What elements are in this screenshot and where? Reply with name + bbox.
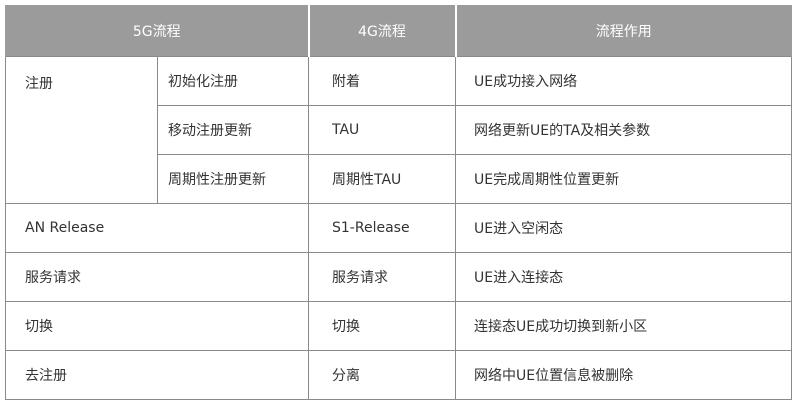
4g-cell: 切换: [308, 301, 457, 351]
4g-cell: 附着: [308, 56, 457, 106]
4g-cell: 服务请求: [308, 252, 457, 302]
5g-cell: 切换: [4, 301, 310, 351]
header-purpose: 流程作用: [454, 5, 793, 57]
5g-cell: 去注册: [4, 350, 310, 400]
purpose-cell: 网络中UE位置信息被删除: [455, 350, 793, 400]
header-4g: 4G流程: [307, 5, 457, 57]
table-row: 注册 初始化注册 附着 UE成功接入网络: [5, 56, 793, 204]
purpose-cell: UE完成周期性位置更新: [455, 154, 793, 204]
purpose-cell: UE成功接入网络: [455, 56, 793, 106]
5g-cell: AN Release: [4, 203, 310, 253]
4g-cell: TAU: [308, 105, 457, 155]
page: 5G流程 4G流程 流程作用 注册 初始化注册 附着 UE成功接入网络 移动注册…: [0, 0, 796, 411]
purpose-cell: 网络更新UE的TA及相关参数: [455, 105, 793, 155]
table-row: 切换 切换 连接态UE成功切换到新小区: [4, 301, 793, 351]
header-row: 5G流程 4G流程 流程作用: [4, 5, 793, 57]
table-row: 服务请求 服务请求 UE进入连接态: [4, 252, 793, 302]
register-group-cell: 注册: [5, 56, 158, 204]
register-sub-cell: 周期性注册更新: [156, 154, 310, 204]
register-sub-cell: 初始化注册: [156, 56, 310, 106]
5g-cell: 服务请求: [4, 252, 310, 302]
purpose-cell: UE进入空闲态: [455, 203, 793, 253]
procedure-comparison-table: 5G流程 4G流程 流程作用 注册 初始化注册 附着 UE成功接入网络 移动注册…: [4, 5, 793, 400]
purpose-cell: UE进入连接态: [455, 252, 793, 302]
table-row: AN Release S1-Release UE进入空闲态: [4, 203, 793, 253]
header-5g: 5G流程: [4, 5, 310, 57]
4g-cell: 分离: [308, 350, 457, 400]
4g-cell: S1-Release: [308, 203, 457, 253]
purpose-cell: 连接态UE成功切换到新小区: [455, 301, 793, 351]
register-sub-cell: 移动注册更新: [156, 105, 310, 155]
table-row: 去注册 分离 网络中UE位置信息被删除: [4, 350, 793, 400]
4g-cell: 周期性TAU: [308, 154, 457, 204]
